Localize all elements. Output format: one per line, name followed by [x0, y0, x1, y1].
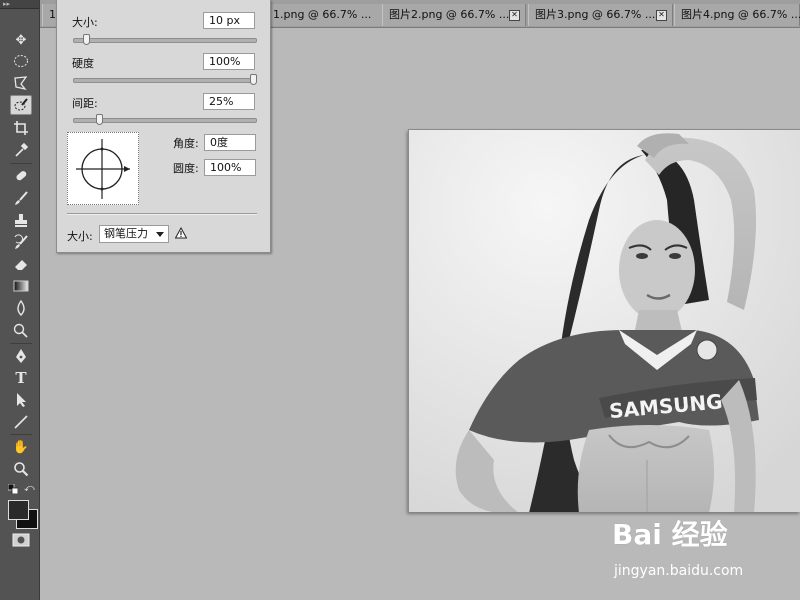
spacing-slider[interactable]: [73, 114, 257, 125]
size-slider[interactable]: [73, 34, 257, 45]
spacing-label: 间距:: [72, 97, 98, 110]
angle-label: 角度:: [173, 137, 199, 150]
swap-colors-icon[interactable]: ⤺: [24, 483, 36, 495]
brush-tool-icon[interactable]: [10, 188, 32, 208]
tab-label: 图片3.png @ 66.7% ...: [535, 8, 656, 21]
tab-label: 图片2.png @ 66.7% ...: [389, 8, 510, 21]
blur-tool-icon[interactable]: [10, 298, 32, 318]
zoom-tool-icon[interactable]: [10, 459, 32, 479]
tab-label: 1: [49, 8, 56, 21]
marquee-tool-icon[interactable]: [10, 51, 32, 71]
document-tab[interactable]: 图片3.png @ 66.7% ... ✕: [528, 4, 673, 26]
dodge-tool-icon[interactable]: [10, 320, 32, 340]
default-colors-icon[interactable]: [7, 483, 19, 495]
type-tool-icon[interactable]: T: [10, 368, 32, 388]
lasso-tool-icon[interactable]: [10, 73, 32, 93]
eraser-tool-icon[interactable]: [10, 254, 32, 274]
foreground-color-swatch[interactable]: [8, 500, 29, 520]
eyedropper-tool-icon[interactable]: [10, 140, 32, 160]
roundness-label: 圆度:: [173, 162, 199, 175]
quick-mask-icon[interactable]: [12, 533, 30, 547]
hardness-field[interactable]: 100%: [203, 53, 255, 70]
control-label: 大小:: [67, 230, 93, 243]
hardness-slider[interactable]: [73, 74, 257, 85]
hardness-label: 硬度: [72, 57, 94, 70]
brush-angle-preview[interactable]: [67, 132, 139, 205]
hardness-slider-thumb[interactable]: [250, 74, 257, 85]
tab-label: 图片4.png @ 66.7% ...: [681, 8, 800, 21]
size-slider-thumb[interactable]: [83, 34, 90, 45]
history-brush-tool-icon[interactable]: [10, 232, 32, 252]
watermark-url: jingyan.baidu.com: [614, 563, 744, 579]
spacing-slider-thumb[interactable]: [96, 114, 103, 125]
photo-content: SAMSUNG: [409, 130, 800, 512]
document-tab[interactable]: 图片2.png @ 66.7% ... ✕: [382, 4, 526, 26]
tab-label: 1.png @ 66.7% ...: [273, 8, 372, 21]
pen-tool-icon[interactable]: [10, 346, 32, 366]
size-control-value: 钢笔压力: [104, 227, 148, 240]
tools-panel: ▸▸ ✥ T ✋ ⤺: [0, 0, 40, 600]
document-canvas-image[interactable]: SAMSUNG: [408, 129, 800, 512]
size-field[interactable]: 10 px: [203, 12, 255, 29]
angle-field[interactable]: 0度: [204, 134, 256, 151]
size-label: 大小:: [72, 16, 98, 29]
path-selection-tool-icon[interactable]: [10, 390, 32, 410]
toolbar-grip[interactable]: ▸▸: [0, 0, 39, 9]
line-tool-icon[interactable]: [10, 412, 32, 432]
panel-divider: [67, 213, 257, 215]
baidu-watermark: Bai 经验: [612, 518, 728, 551]
quick-selection-tool-icon[interactable]: [10, 95, 32, 115]
spacing-field[interactable]: 25%: [203, 93, 255, 110]
healing-brush-tool-icon[interactable]: [10, 166, 32, 186]
brush-picker-panel: 大小: 10 px 硬度 100% 间距: 25% 角度: 0度 圆度: 100…: [56, 0, 271, 253]
crop-tool-icon[interactable]: [10, 118, 32, 138]
move-tool-icon[interactable]: ✥: [10, 30, 32, 50]
document-tab[interactable]: 图片4.png @ 66.7% ...: [674, 4, 800, 26]
hand-tool-icon[interactable]: ✋: [10, 437, 32, 457]
gradient-tool-icon[interactable]: [10, 276, 32, 296]
size-control-dropdown[interactable]: 钢笔压力: [99, 225, 169, 243]
close-icon[interactable]: ✕: [656, 10, 667, 21]
warning-icon: [175, 227, 187, 239]
clone-stamp-tool-icon[interactable]: [10, 210, 32, 230]
close-icon[interactable]: ✕: [509, 10, 520, 21]
roundness-field[interactable]: 100%: [204, 159, 256, 176]
chevron-down-icon: [156, 232, 164, 237]
